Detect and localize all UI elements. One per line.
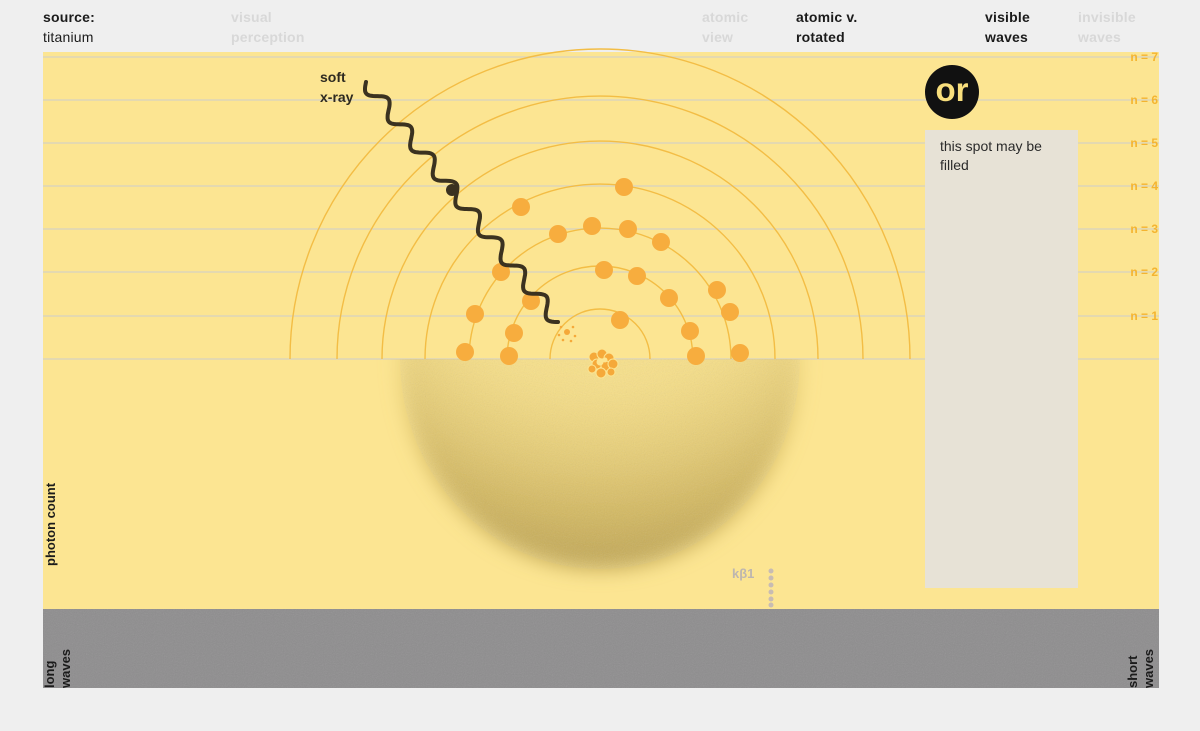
shell-label: n = 1 xyxy=(1130,309,1158,323)
electron xyxy=(456,343,474,361)
electron xyxy=(731,344,749,362)
electron xyxy=(628,267,646,285)
spectrum-right-label: short waves xyxy=(1125,649,1157,688)
electron xyxy=(512,198,530,216)
atom-diagram xyxy=(43,48,1159,688)
electron xyxy=(595,261,613,279)
electron xyxy=(583,217,601,235)
electron xyxy=(708,281,726,299)
electron xyxy=(500,347,518,365)
electron xyxy=(549,225,567,243)
electron xyxy=(466,305,484,323)
xray-label-line2: x-ray xyxy=(320,89,354,105)
shell-label: n = 2 xyxy=(1130,265,1158,279)
waves-left-label: waves xyxy=(58,648,73,688)
electron xyxy=(611,311,629,329)
spectrum-left-label: long waves xyxy=(42,649,74,688)
long-label: long xyxy=(42,660,57,688)
shell-label: n = 5 xyxy=(1130,136,1158,150)
electron xyxy=(652,233,670,251)
electron xyxy=(615,178,633,196)
shell-label: n = 4 xyxy=(1130,179,1158,193)
placeholder-box xyxy=(925,130,1078,588)
electron xyxy=(505,324,523,342)
xray-label-line1: soft xyxy=(320,69,346,85)
electron xyxy=(660,289,678,307)
electron xyxy=(721,303,739,321)
shell-label: n = 6 xyxy=(1130,93,1158,107)
xray-label: soft x-ray xyxy=(320,67,353,107)
spectrum-bar-texture xyxy=(43,609,1159,688)
shell-label: n = 3 xyxy=(1130,222,1158,236)
y-axis-label: photon count xyxy=(43,482,58,566)
short-label: short xyxy=(1125,655,1140,689)
electron xyxy=(619,220,637,238)
waves-right-label: waves xyxy=(1141,648,1156,688)
shell-label: n = 7 xyxy=(1130,50,1158,64)
electron xyxy=(681,322,699,340)
or-badge: or xyxy=(925,65,979,119)
placeholder-text: this spot may be filled xyxy=(940,138,1042,173)
xray-photon xyxy=(446,184,458,196)
electron xyxy=(687,347,705,365)
kbeta1-label: kβ1 xyxy=(732,566,755,581)
